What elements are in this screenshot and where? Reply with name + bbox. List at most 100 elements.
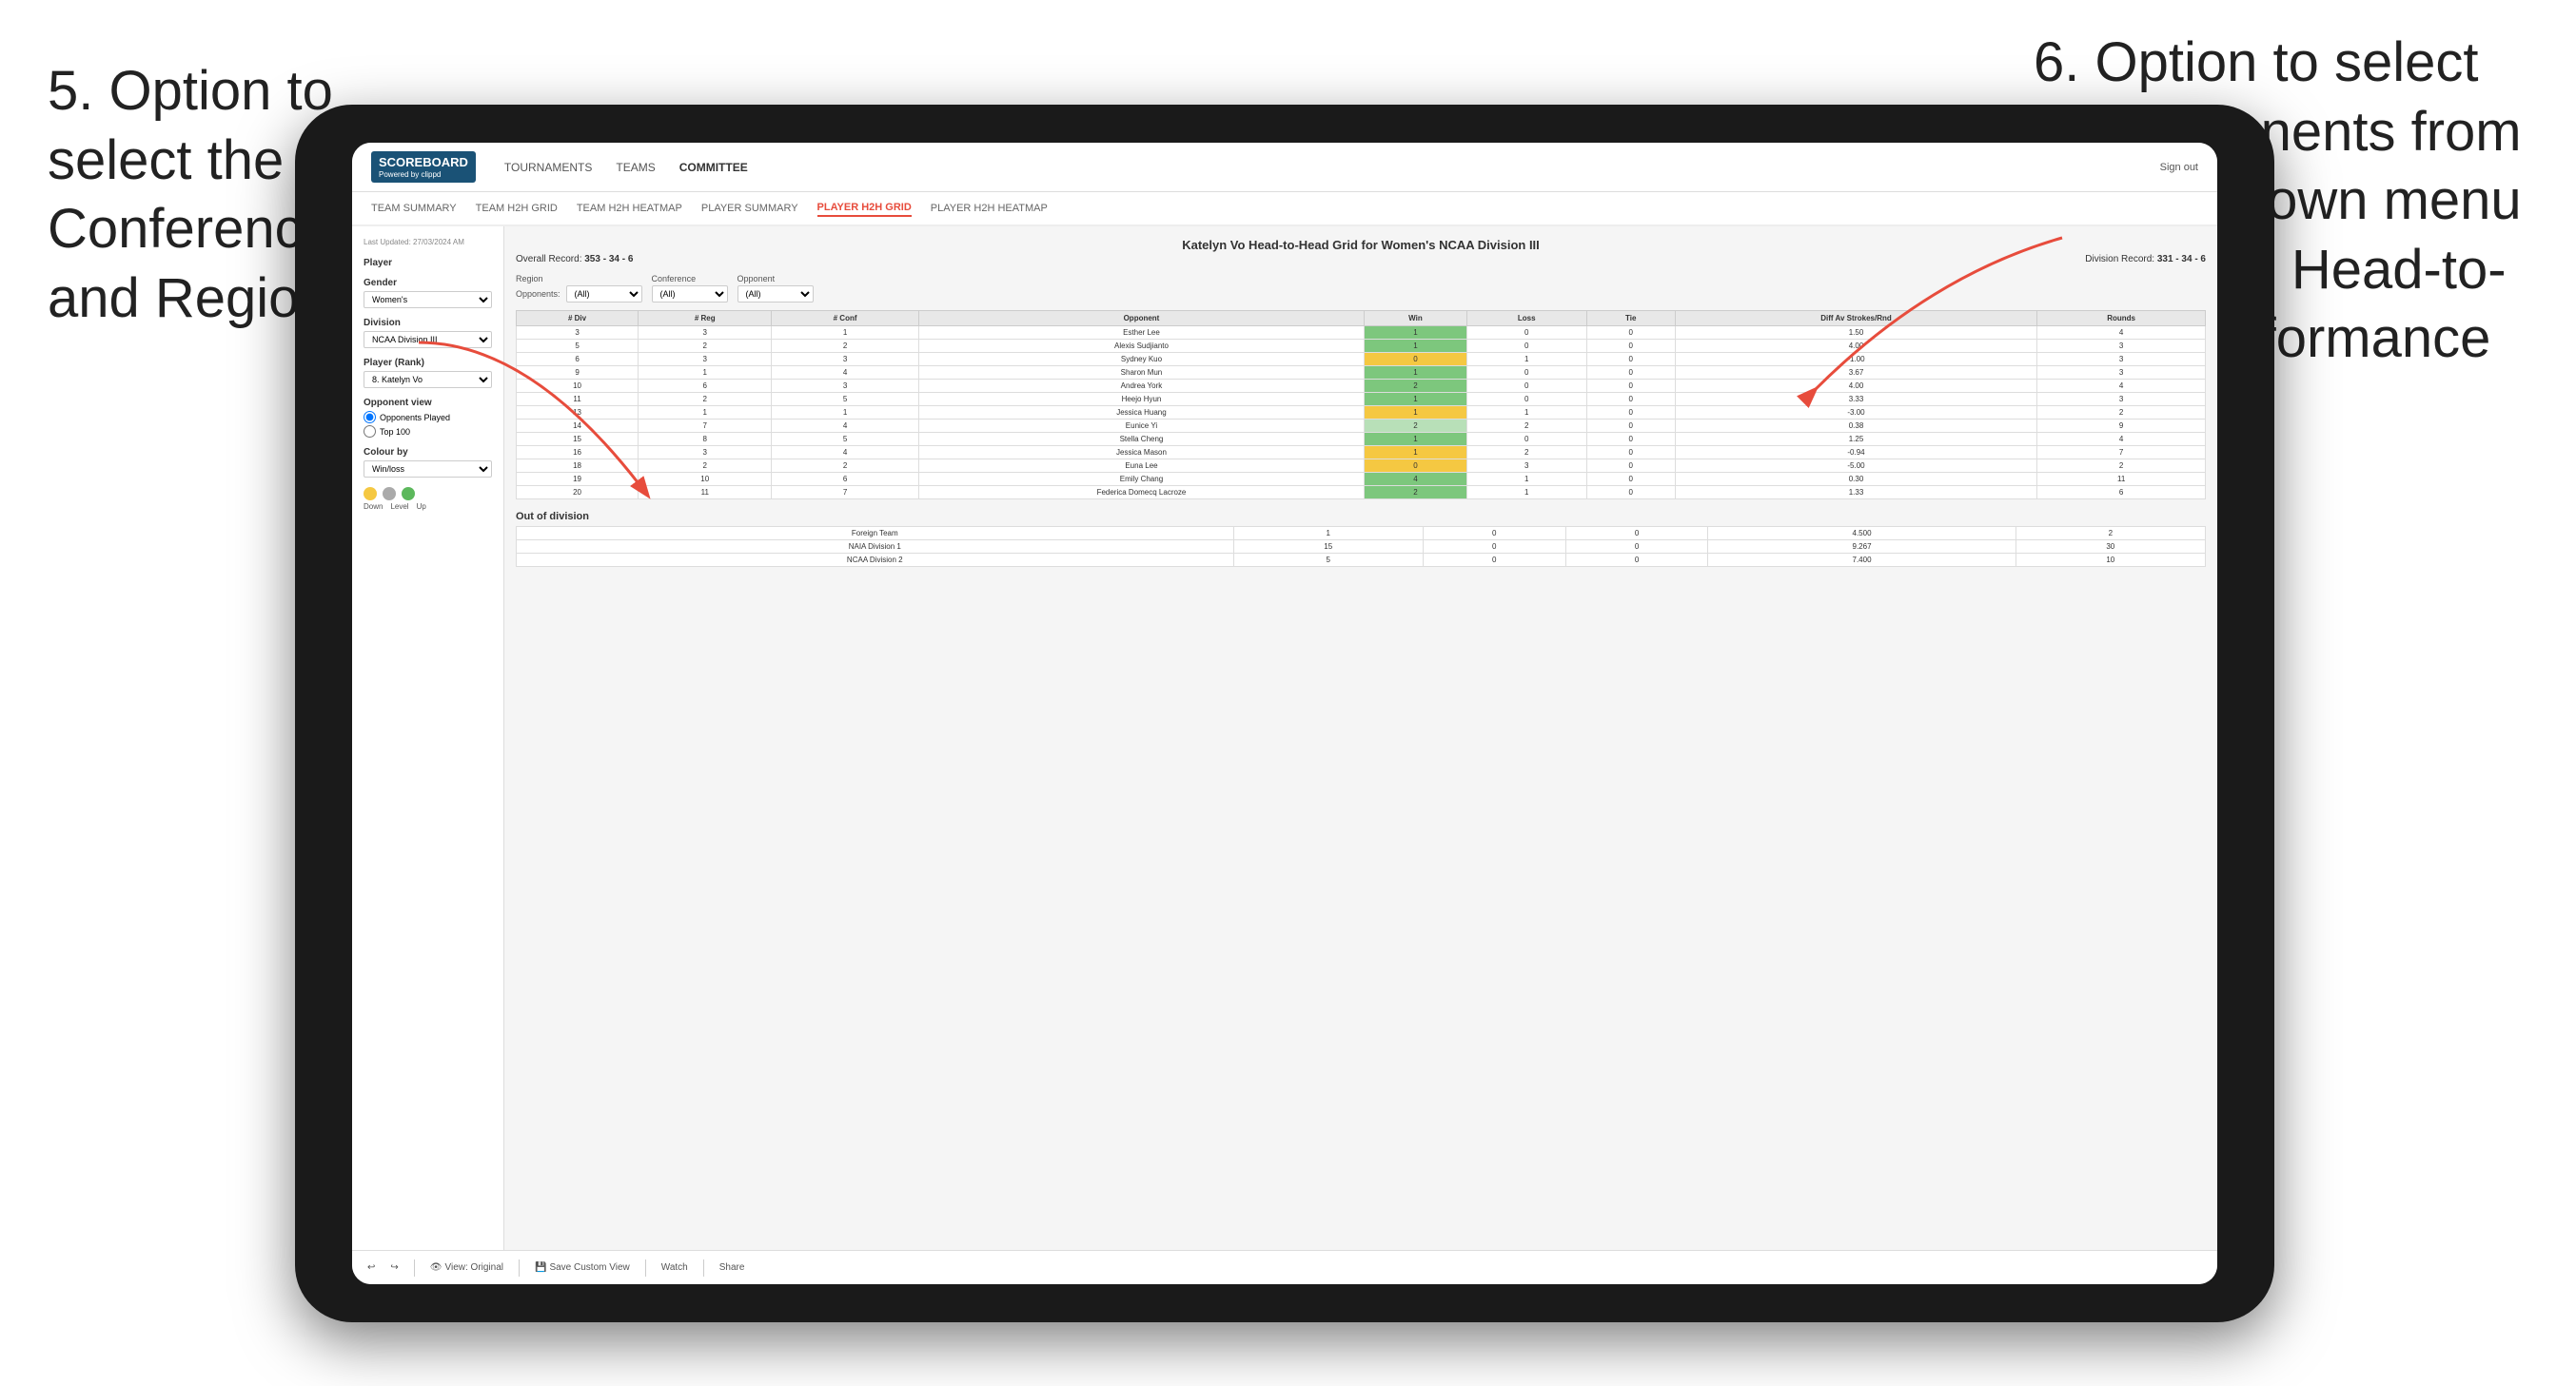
nav-teams[interactable]: TEAMS bbox=[616, 157, 655, 178]
table-row: 0 bbox=[1586, 340, 1675, 353]
table-row: 3 bbox=[2037, 366, 2206, 380]
table-row: 4 bbox=[2037, 433, 2206, 446]
list-item: 0 bbox=[1565, 540, 1708, 554]
table-row: 4 bbox=[2037, 380, 2206, 393]
table-row: 3 bbox=[639, 326, 772, 340]
list-item: 10 bbox=[2016, 554, 2205, 567]
table-row: Heejo Hyun bbox=[918, 393, 1364, 406]
save-label: Save Custom View bbox=[549, 1262, 629, 1273]
table-row: Andrea York bbox=[918, 380, 1364, 393]
toolbar-share[interactable]: Share bbox=[719, 1262, 745, 1273]
nav-committee[interactable]: COMMITTEE bbox=[679, 157, 748, 178]
tab-player-summary[interactable]: PLAYER SUMMARY bbox=[701, 201, 798, 216]
table-row: 0 bbox=[1586, 406, 1675, 420]
table-row: 13 bbox=[517, 406, 639, 420]
table-row: 4 bbox=[772, 446, 918, 459]
table-row: 1 bbox=[1466, 406, 1586, 420]
table-row: 0 bbox=[1466, 366, 1586, 380]
table-row: 0 bbox=[1586, 353, 1675, 366]
toolbar-redo[interactable]: ↪ bbox=[390, 1262, 398, 1273]
table-row: 1 bbox=[639, 406, 772, 420]
table-row: 0 bbox=[1365, 353, 1466, 366]
table-row: 2 bbox=[1365, 420, 1466, 433]
toolbar-watch[interactable]: Watch bbox=[661, 1262, 688, 1273]
table-row: Esther Lee bbox=[918, 326, 1364, 340]
opponents-select[interactable]: (All) bbox=[566, 285, 642, 303]
opponents-played-label: Opponents Played bbox=[380, 413, 450, 422]
table-row: 11 bbox=[2037, 473, 2206, 486]
tablet: SCOREBOARD Powered by clippd TOURNAMENTS… bbox=[295, 105, 2274, 1322]
player-label: Player bbox=[364, 258, 492, 268]
tab-player-h2h-heatmap[interactable]: PLAYER H2H HEATMAP bbox=[931, 201, 1048, 216]
region-filter-group: Region Opponents: (All) bbox=[516, 274, 642, 303]
save-icon: 💾 bbox=[535, 1262, 546, 1273]
out-of-division-title: Out of division bbox=[516, 511, 2206, 522]
th-reg: # Reg bbox=[639, 311, 772, 326]
colour-by-select[interactable]: Win/loss bbox=[364, 460, 492, 478]
nav-tournaments[interactable]: TOURNAMENTS bbox=[504, 157, 592, 178]
table-row: 1 bbox=[1466, 353, 1586, 366]
table-row: 1 bbox=[1365, 340, 1466, 353]
division-record: Division Record: 331 - 34 - 6 bbox=[2085, 254, 2206, 264]
table-row: 1.33 bbox=[1675, 486, 2037, 499]
conference-select[interactable]: (All) bbox=[652, 285, 728, 303]
table-row: 16 bbox=[517, 446, 639, 459]
view-icon: 👁 bbox=[430, 1262, 442, 1273]
colour-circles bbox=[364, 487, 492, 500]
gender-section: Gender Women's bbox=[364, 278, 492, 308]
player-rank-section: Player (Rank) 8. Katelyn Vo bbox=[364, 358, 492, 388]
table-row: 1.50 bbox=[1675, 326, 2037, 340]
table-row: 0.30 bbox=[1675, 473, 2037, 486]
table-row: 1 bbox=[1365, 446, 1466, 459]
table-row: 0 bbox=[1586, 433, 1675, 446]
list-item: NAIA Division 1 bbox=[517, 540, 1234, 554]
table-row: 4 bbox=[772, 366, 918, 380]
table-row: 0 bbox=[1586, 366, 1675, 380]
nav-items: TOURNAMENTS TEAMS COMMITTEE bbox=[504, 157, 2132, 178]
toolbar-save-custom[interactable]: 💾 Save Custom View bbox=[535, 1262, 630, 1273]
label-down: Down bbox=[364, 502, 383, 511]
table-row: 1 bbox=[1466, 473, 1586, 486]
overall-record-label: Overall Record: bbox=[516, 254, 581, 264]
radio-input-opponents[interactable] bbox=[364, 411, 376, 423]
tab-team-h2h-heatmap[interactable]: TEAM H2H HEATMAP bbox=[577, 201, 682, 216]
region-filter-label: Region bbox=[516, 274, 642, 283]
toolbar-divider-3 bbox=[645, 1259, 646, 1277]
gender-label: Gender bbox=[364, 278, 492, 288]
content-area: Katelyn Vo Head-to-Head Grid for Women's… bbox=[504, 226, 2217, 1250]
logo-title: SCOREBOARD bbox=[379, 155, 468, 170]
label-up: Up bbox=[417, 502, 426, 511]
tab-team-summary[interactable]: TEAM SUMMARY bbox=[371, 201, 457, 216]
nav-sign-out[interactable]: Sign out bbox=[2160, 162, 2198, 173]
overall-record-value: 353 - 34 - 6 bbox=[584, 254, 633, 264]
table-row: 6 bbox=[772, 473, 918, 486]
table-row: 8 bbox=[639, 433, 772, 446]
player-rank-select[interactable]: 8. Katelyn Vo bbox=[364, 371, 492, 388]
table-row: Sharon Mun bbox=[918, 366, 1364, 380]
navbar: SCOREBOARD Powered by clippd TOURNAMENTS… bbox=[352, 143, 2217, 192]
table-row: 3.67 bbox=[1675, 366, 2037, 380]
table-row: 0 bbox=[1586, 486, 1675, 499]
table-row: 7 bbox=[2037, 446, 2206, 459]
toolbar-undo[interactable]: ↩ bbox=[367, 1262, 375, 1273]
table-row: 15 bbox=[517, 433, 639, 446]
toolbar-view-original[interactable]: 👁 View: Original bbox=[430, 1262, 503, 1273]
division-select[interactable]: NCAA Division III bbox=[364, 331, 492, 348]
top100-label: Top 100 bbox=[380, 427, 410, 437]
opponent-view-section: Opponent view Opponents Played Top 100 bbox=[364, 398, 492, 438]
table-row: 2 bbox=[1365, 486, 1466, 499]
table-row: 6 bbox=[2037, 486, 2206, 499]
tab-team-h2h-grid[interactable]: TEAM H2H GRID bbox=[476, 201, 558, 216]
tab-player-h2h-grid[interactable]: PLAYER H2H GRID bbox=[817, 200, 912, 217]
radio-input-top100[interactable] bbox=[364, 425, 376, 438]
division-section: Division NCAA Division III bbox=[364, 318, 492, 348]
main-data-table: # Div # Reg # Conf Opponent Win Loss Tie… bbox=[516, 310, 2206, 499]
table-row: 3 bbox=[772, 353, 918, 366]
table-row: 3 bbox=[639, 353, 772, 366]
table-row: 3.33 bbox=[1675, 393, 2037, 406]
table-row: 1.25 bbox=[1675, 433, 2037, 446]
table-row: 0 bbox=[1466, 340, 1586, 353]
gender-select[interactable]: Women's bbox=[364, 291, 492, 308]
toolbar: ↩ ↪ 👁 View: Original 💾 Save Custom View … bbox=[352, 1250, 2217, 1284]
opponent-select[interactable]: (All) bbox=[737, 285, 814, 303]
